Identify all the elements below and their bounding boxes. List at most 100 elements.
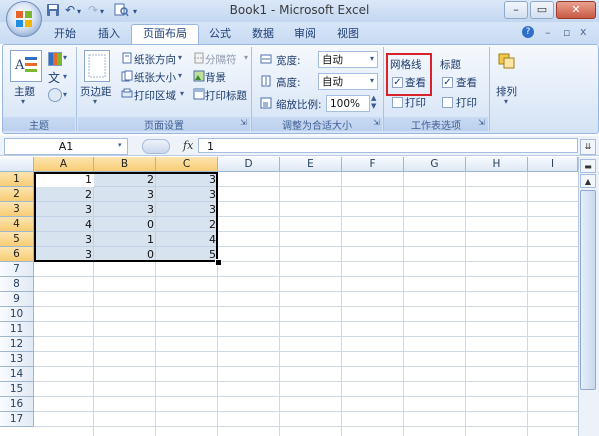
row-header[interactable]: 2 (0, 187, 34, 202)
headings-view-label[interactable]: 查看 (456, 75, 477, 90)
scroll-up-icon[interactable]: ▲ (580, 174, 596, 188)
print-area-icon[interactable] (121, 88, 133, 100)
cell-c1[interactable]: 3 (156, 172, 218, 187)
theme-colors-icon[interactable] (48, 52, 62, 66)
themes-icon[interactable]: A (10, 50, 42, 82)
column-header-i[interactable]: I (528, 157, 578, 172)
cell-a4[interactable]: 4 (34, 217, 94, 232)
arrange-icon[interactable] (497, 51, 517, 71)
tab-page-layout[interactable]: 页面布局 (131, 24, 199, 44)
print-titles-label[interactable]: 打印标题 (205, 88, 247, 103)
breaks-icon[interactable] (193, 52, 205, 64)
row-header[interactable]: 6 (0, 247, 34, 262)
orientation-icon[interactable] (121, 52, 133, 64)
size-icon[interactable] (121, 70, 133, 82)
background-label[interactable]: 背景 (205, 70, 226, 85)
column-header-e[interactable]: E (280, 157, 342, 172)
scale-launcher-icon[interactable]: ⇲ (373, 118, 380, 127)
print-area-dropdown-icon[interactable]: ▾ (180, 89, 184, 98)
tab-review[interactable]: 审阅 (287, 25, 323, 43)
row-header[interactable]: 16 (0, 397, 34, 412)
row-header[interactable]: 1 (0, 172, 34, 187)
row-header[interactable]: 14 (0, 367, 34, 382)
cell-b3[interactable]: 3 (94, 202, 156, 217)
column-header-a[interactable]: A (34, 157, 94, 172)
split-box-icon[interactable]: ▬ (580, 159, 596, 173)
cell-b1[interactable]: 2 (94, 172, 156, 187)
cell-b6[interactable]: 0 (94, 247, 156, 262)
size-dropdown-icon[interactable]: ▾ (178, 71, 182, 80)
cell-c2[interactable]: 3 (156, 187, 218, 202)
column-header-g[interactable]: G (404, 157, 466, 172)
formula-input[interactable]: 1 (198, 138, 578, 153)
column-header-c[interactable]: C (156, 157, 218, 172)
print-titles-icon[interactable] (193, 88, 205, 100)
select-all-corner[interactable] (0, 157, 34, 172)
tab-formulas[interactable]: 公式 (202, 25, 238, 43)
scroll-thumb[interactable] (580, 190, 596, 390)
theme-fonts-icon[interactable]: 文 (48, 69, 60, 86)
cell-a3[interactable]: 3 (34, 202, 94, 217)
office-button[interactable] (6, 1, 42, 37)
row-header[interactable]: 7 (0, 262, 34, 277)
sheet-options-launcher-icon[interactable]: ⇲ (478, 118, 485, 127)
cell-c5[interactable]: 4 (156, 232, 218, 247)
row-header[interactable]: 8 (0, 277, 34, 292)
size-label[interactable]: 纸张大小 (134, 70, 176, 85)
theme-colors-dropdown-icon[interactable]: ▾ (63, 53, 67, 62)
cell-a2[interactable]: 2 (34, 187, 94, 202)
name-box[interactable]: A1 (4, 138, 128, 155)
width-select[interactable]: 自动 (318, 51, 378, 68)
row-header[interactable]: 11 (0, 322, 34, 337)
cell-a1[interactable]: 1 (34, 172, 94, 187)
gridlines-print-label[interactable]: 打印 (405, 95, 426, 110)
headings-print-label[interactable]: 打印 (456, 95, 477, 110)
arrange-dropdown-icon[interactable]: ▾ (504, 97, 508, 106)
cell-a6[interactable]: 3 (34, 247, 94, 262)
insert-function-icon[interactable]: fx (183, 139, 193, 152)
row-header[interactable]: 10 (0, 307, 34, 322)
row-header[interactable]: 3 (0, 202, 34, 217)
restore-button[interactable]: ▭ (530, 1, 554, 19)
margins-icon[interactable] (84, 50, 110, 82)
page-setup-launcher-icon[interactable]: ⇲ (240, 118, 247, 127)
background-icon[interactable] (193, 70, 205, 82)
headings-view-checkbox[interactable]: ✓ (442, 77, 453, 88)
breaks-dropdown-icon[interactable]: ▾ (244, 53, 248, 62)
row-header[interactable]: 5 (0, 232, 34, 247)
help-icon[interactable]: ? (522, 26, 534, 38)
column-header-b[interactable]: B (94, 157, 156, 172)
theme-effects-dropdown-icon[interactable]: ▾ (63, 90, 67, 99)
scale-spinner-icon[interactable]: ▲ ▼ (371, 94, 376, 110)
tab-data[interactable]: 数据 (245, 25, 281, 43)
width-dropdown-icon[interactable]: ▾ (370, 54, 374, 63)
orientation-label[interactable]: 纸张方向 (134, 52, 176, 67)
column-header-d[interactable]: D (218, 157, 280, 172)
orientation-dropdown-icon[interactable]: ▾ (178, 53, 182, 62)
margins-dropdown-icon[interactable]: ▾ (93, 97, 97, 106)
cell-c6[interactable]: 5 (156, 247, 218, 262)
gridlines-view-checkbox[interactable]: ✓ (392, 77, 403, 88)
themes-dropdown-icon[interactable]: ▾ (21, 97, 25, 106)
cell-b2[interactable]: 3 (94, 187, 156, 202)
print-area-label[interactable]: 打印区域 (134, 88, 176, 103)
tab-insert[interactable]: 插入 (90, 25, 128, 43)
cell-a5[interactable]: 3 (34, 232, 94, 247)
cell-c4[interactable]: 2 (156, 217, 218, 232)
row-header[interactable]: 4 (0, 217, 34, 232)
gridlines-view-label[interactable]: 查看 (405, 75, 426, 90)
formula-bar-slider-icon[interactable] (142, 139, 170, 154)
height-dropdown-icon[interactable]: ▾ (370, 76, 374, 85)
row-header[interactable]: 13 (0, 352, 34, 367)
column-header-h[interactable]: H (466, 157, 528, 172)
cell-c3[interactable]: 3 (156, 202, 218, 217)
ribbon-minimize-icon[interactable]: – (545, 26, 551, 39)
breaks-label[interactable]: 分隔符 (205, 52, 237, 67)
height-select[interactable]: 自动 (318, 73, 378, 90)
row-header[interactable]: 12 (0, 337, 34, 352)
close-button[interactable]: ✕ (556, 1, 596, 19)
name-box-dropdown-icon[interactable]: ▾ (118, 141, 122, 149)
ribbon-restore-icon[interactable]: ▫ (563, 26, 570, 39)
ribbon-close-icon[interactable]: x (580, 25, 587, 38)
row-header[interactable]: 15 (0, 382, 34, 397)
